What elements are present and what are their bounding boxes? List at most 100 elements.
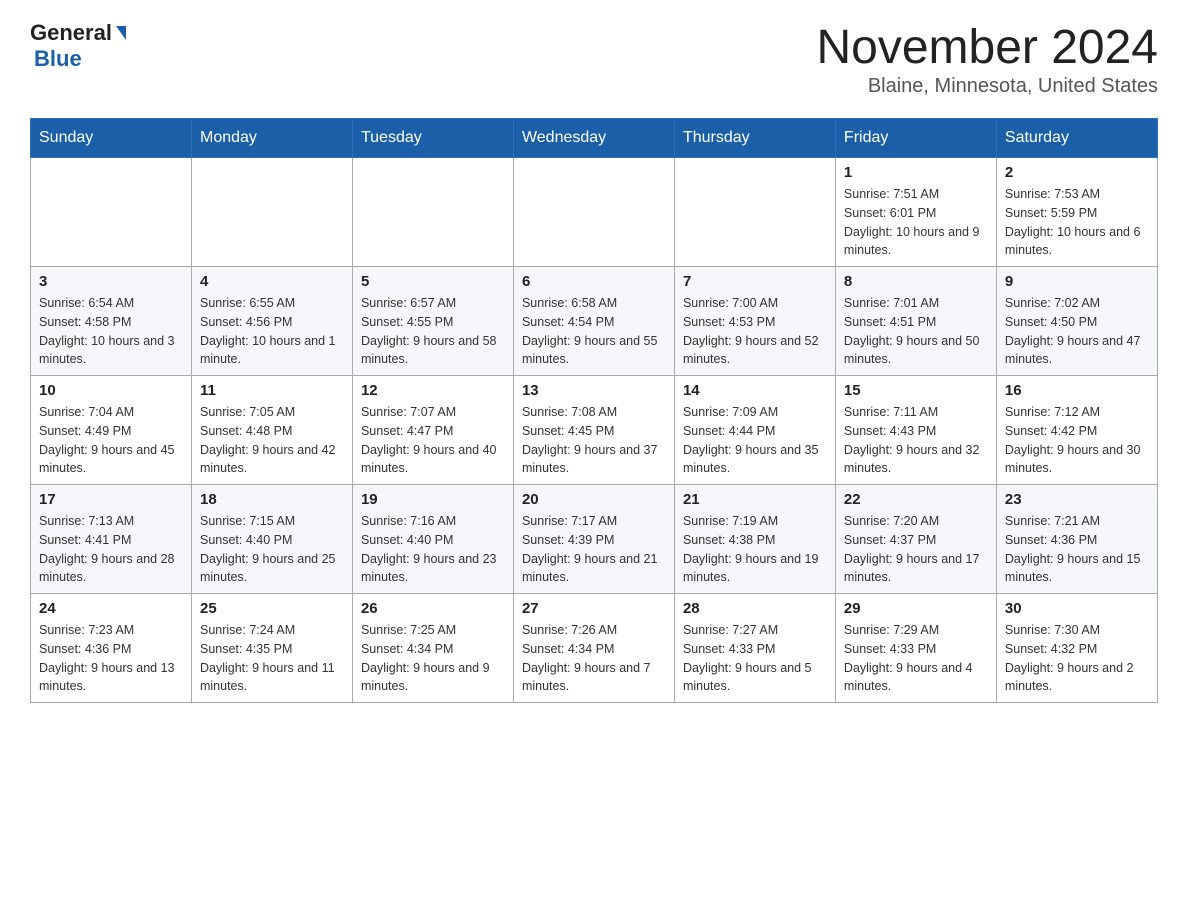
table-row: 23Sunrise: 7:21 AMSunset: 4:36 PMDayligh…	[996, 485, 1157, 594]
day-info: Sunrise: 7:11 AMSunset: 4:43 PMDaylight:…	[844, 403, 988, 478]
day-info: Sunrise: 7:08 AMSunset: 4:45 PMDaylight:…	[522, 403, 666, 478]
calendar-header-row: Sunday Monday Tuesday Wednesday Thursday…	[31, 119, 1158, 158]
table-row: 27 Sunrise: 7:26 AMSunset: 4:34 PMDayligh…	[513, 594, 674, 703]
day-info: Sunrise: 7:01 AMSunset: 4:51 PMDaylight:…	[844, 294, 988, 369]
table-row: 22 Sunrise: 7:20 AMSunset: 4:37 PMDayligh…	[835, 485, 996, 594]
day-info: Sunrise: 7:27 AMSunset: 4:33 PMDaylight:…	[683, 621, 827, 696]
day-number: 7	[683, 273, 827, 290]
day-number: 13	[522, 382, 666, 399]
table-row: 11 Sunrise: 7:05 AMSunset: 4:48 PMDayligh…	[191, 376, 352, 485]
table-row: 1 Sunrise: 7:51 AMSunset: 6:01 PMDaylight…	[835, 158, 996, 267]
calendar-week-row: 1 Sunrise: 7:51 AMSunset: 6:01 PMDaylight…	[31, 158, 1158, 267]
day-info: Sunrise: 7:00 AMSunset: 4:53 PMDaylight:…	[683, 294, 827, 369]
table-row: 2Sunrise: 7:53 AMSunset: 5:59 PMDaylight…	[996, 158, 1157, 267]
day-number: 10	[39, 382, 183, 399]
table-row: 25Sunrise: 7:24 AMSunset: 4:35 PMDayligh…	[191, 594, 352, 703]
day-number: 1	[844, 164, 988, 181]
day-number: 24	[39, 600, 183, 617]
table-row	[31, 158, 192, 267]
col-saturday: Saturday	[996, 119, 1157, 158]
table-row	[513, 158, 674, 267]
day-info: Sunrise: 7:23 AMSunset: 4:36 PMDaylight:…	[39, 621, 183, 696]
calendar-week-row: 10 Sunrise: 7:04 AMSunset: 4:49 PMDayligh…	[31, 376, 1158, 485]
col-thursday: Thursday	[674, 119, 835, 158]
col-wednesday: Wednesday	[513, 119, 674, 158]
day-info: Sunrise: 6:58 AMSunset: 4:54 PMDaylight:…	[522, 294, 666, 369]
day-number: 22	[844, 491, 988, 508]
day-info: Sunrise: 7:04 AMSunset: 4:49 PMDaylight:…	[39, 403, 183, 478]
table-row: 20 Sunrise: 7:17 AMSunset: 4:39 PMDayligh…	[513, 485, 674, 594]
day-number: 14	[683, 382, 827, 399]
logo-blue-text: Blue	[34, 46, 82, 71]
day-info: Sunrise: 6:57 AMSunset: 4:55 PMDaylight:…	[361, 294, 505, 369]
table-row: 3Sunrise: 6:54 AMSunset: 4:58 PMDaylight…	[31, 267, 192, 376]
table-row: 10 Sunrise: 7:04 AMSunset: 4:49 PMDayligh…	[31, 376, 192, 485]
day-info: Sunrise: 7:21 AMSunset: 4:36 PMDaylight:…	[1005, 512, 1149, 587]
day-info: Sunrise: 7:29 AMSunset: 4:33 PMDaylight:…	[844, 621, 988, 696]
table-row: 16Sunrise: 7:12 AMSunset: 4:42 PMDayligh…	[996, 376, 1157, 485]
day-number: 28	[683, 600, 827, 617]
table-row: 4Sunrise: 6:55 AMSunset: 4:56 PMDaylight…	[191, 267, 352, 376]
day-number: 6	[522, 273, 666, 290]
table-row: 5Sunrise: 6:57 AMSunset: 4:55 PMDaylight…	[352, 267, 513, 376]
day-info: Sunrise: 7:26 AMSunset: 4:34 PMDaylight:…	[522, 621, 666, 696]
day-number: 18	[200, 491, 344, 508]
day-number: 21	[683, 491, 827, 508]
table-row: 6 Sunrise: 6:58 AMSunset: 4:54 PMDaylight…	[513, 267, 674, 376]
day-number: 30	[1005, 600, 1149, 617]
day-info: Sunrise: 7:25 AMSunset: 4:34 PMDaylight:…	[361, 621, 505, 696]
location-title: Blaine, Minnesota, United States	[816, 75, 1158, 98]
day-number: 4	[200, 273, 344, 290]
day-number: 29	[844, 600, 988, 617]
day-info: Sunrise: 7:24 AMSunset: 4:35 PMDaylight:…	[200, 621, 344, 696]
col-friday: Friday	[835, 119, 996, 158]
table-row	[352, 158, 513, 267]
day-number: 9	[1005, 273, 1149, 290]
page-header: General Blue November 2024 Blaine, Minne…	[30, 20, 1158, 98]
day-number: 12	[361, 382, 505, 399]
day-info: Sunrise: 7:15 AMSunset: 4:40 PMDaylight:…	[200, 512, 344, 587]
day-info: Sunrise: 7:07 AMSunset: 4:47 PMDaylight:…	[361, 403, 505, 478]
logo-general-text: General	[30, 20, 112, 46]
day-info: Sunrise: 6:54 AMSunset: 4:58 PMDaylight:…	[39, 294, 183, 369]
month-title: November 2024	[816, 20, 1158, 75]
table-row: 30 Sunrise: 7:30 AMSunset: 4:32 PMDayligh…	[996, 594, 1157, 703]
day-info: Sunrise: 7:17 AMSunset: 4:39 PMDaylight:…	[522, 512, 666, 587]
day-info: Sunrise: 7:05 AMSunset: 4:48 PMDaylight:…	[200, 403, 344, 478]
table-row: 28 Sunrise: 7:27 AMSunset: 4:33 PMDayligh…	[674, 594, 835, 703]
table-row: 19Sunrise: 7:16 AMSunset: 4:40 PMDayligh…	[352, 485, 513, 594]
calendar-table: Sunday Monday Tuesday Wednesday Thursday…	[30, 118, 1158, 703]
table-row: 29 Sunrise: 7:29 AMSunset: 4:33 PMDayligh…	[835, 594, 996, 703]
col-monday: Monday	[191, 119, 352, 158]
day-info: Sunrise: 7:09 AMSunset: 4:44 PMDaylight:…	[683, 403, 827, 478]
day-info: Sunrise: 7:20 AMSunset: 4:37 PMDaylight:…	[844, 512, 988, 587]
calendar-week-row: 24 Sunrise: 7:23 AMSunset: 4:36 PMDayligh…	[31, 594, 1158, 703]
day-number: 2	[1005, 164, 1149, 181]
day-number: 26	[361, 600, 505, 617]
day-info: Sunrise: 7:12 AMSunset: 4:42 PMDaylight:…	[1005, 403, 1149, 478]
table-row: 8 Sunrise: 7:01 AMSunset: 4:51 PMDaylight…	[835, 267, 996, 376]
table-row	[191, 158, 352, 267]
table-row: 18 Sunrise: 7:15 AMSunset: 4:40 PMDayligh…	[191, 485, 352, 594]
logo-area: General Blue	[30, 20, 126, 72]
table-row	[674, 158, 835, 267]
day-info: Sunrise: 7:02 AMSunset: 4:50 PMDaylight:…	[1005, 294, 1149, 369]
calendar-week-row: 3Sunrise: 6:54 AMSunset: 4:58 PMDaylight…	[31, 267, 1158, 376]
col-sunday: Sunday	[31, 119, 192, 158]
table-row: 12 Sunrise: 7:07 AMSunset: 4:47 PMDayligh…	[352, 376, 513, 485]
day-info: Sunrise: 7:51 AMSunset: 6:01 PMDaylight:…	[844, 185, 988, 260]
day-number: 15	[844, 382, 988, 399]
logo-triangle-icon	[116, 26, 126, 40]
table-row: 7 Sunrise: 7:00 AMSunset: 4:53 PMDaylight…	[674, 267, 835, 376]
table-row: 24 Sunrise: 7:23 AMSunset: 4:36 PMDayligh…	[31, 594, 192, 703]
day-number: 27	[522, 600, 666, 617]
day-info: Sunrise: 7:13 AMSunset: 4:41 PMDaylight:…	[39, 512, 183, 587]
day-number: 11	[200, 382, 344, 399]
calendar-week-row: 17Sunrise: 7:13 AMSunset: 4:41 PMDayligh…	[31, 485, 1158, 594]
table-row: 26 Sunrise: 7:25 AMSunset: 4:34 PMDayligh…	[352, 594, 513, 703]
day-number: 20	[522, 491, 666, 508]
table-row: 14 Sunrise: 7:09 AMSunset: 4:44 PMDayligh…	[674, 376, 835, 485]
day-info: Sunrise: 7:30 AMSunset: 4:32 PMDaylight:…	[1005, 621, 1149, 696]
day-number: 8	[844, 273, 988, 290]
day-info: Sunrise: 7:16 AMSunset: 4:40 PMDaylight:…	[361, 512, 505, 587]
